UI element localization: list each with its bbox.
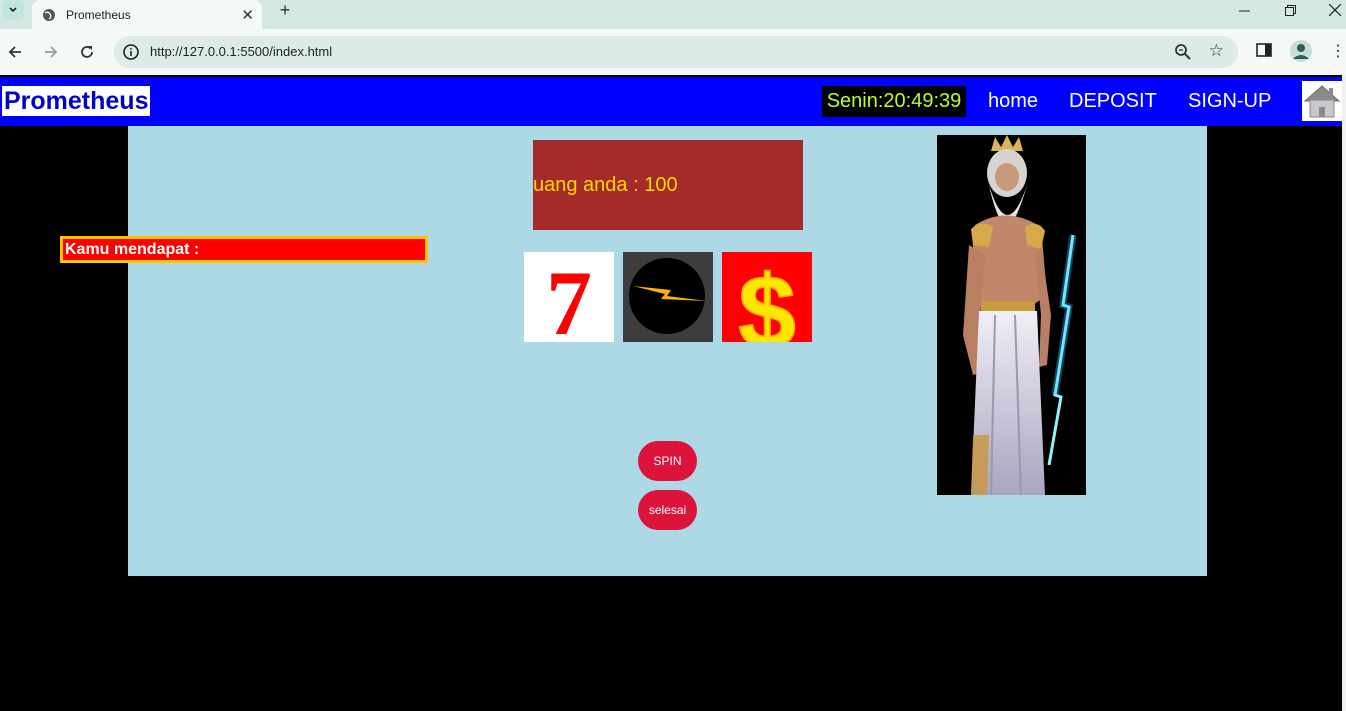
bookmark-star-icon[interactable]: ☆ <box>1209 41 1224 61</box>
clock-display: Senin:20:49:39 <box>822 86 966 117</box>
chevron-down-icon <box>9 7 17 13</box>
reel-dollar: $ <box>722 252 812 342</box>
site-brand[interactable]: Prometheus <box>2 86 151 116</box>
back-arrow-icon <box>8 46 21 58</box>
svg-text:7: 7 <box>546 252 592 342</box>
spin-button[interactable]: SPIN <box>638 441 697 481</box>
svg-text:$: $ <box>738 255 796 342</box>
tab-search-button[interactable] <box>2 0 24 20</box>
forward-button[interactable] <box>40 41 62 63</box>
lightning-symbol-icon <box>629 258 707 334</box>
reel-seven: 7 <box>524 252 614 342</box>
restore-icon <box>1284 4 1296 16</box>
reel-lightning <box>623 252 713 342</box>
browser-tab[interactable]: Prometheus ✕ <box>32 0 262 29</box>
person-icon <box>1293 44 1309 59</box>
address-bar[interactable]: http://127.0.0.1:5500/index.html ☆ <box>114 36 1238 68</box>
nav-link-deposit[interactable]: DEPOSIT <box>1069 89 1157 113</box>
money-display: uang anda : 100 <box>533 140 803 230</box>
result-label: Kamu mendapat : <box>60 236 428 263</box>
seven-symbol-icon: 7 <box>546 252 592 342</box>
tab-title: Prometheus <box>66 7 131 22</box>
zeus-image <box>937 135 1086 496</box>
page-scrollbar[interactable] <box>1342 75 1346 711</box>
minimize-icon <box>1238 10 1250 11</box>
web-page: Prometheus Senin:20:49:39 home DEPOSIT S… <box>0 75 1346 711</box>
zeus-figure-icon <box>963 135 1077 496</box>
minimize-button[interactable] <box>1221 0 1267 20</box>
nav-link-home[interactable]: home <box>988 89 1038 113</box>
url-text[interactable]: http://127.0.0.1:5500/index.html <box>150 44 332 59</box>
zoom-icon[interactable] <box>1174 43 1192 61</box>
reload-button[interactable] <box>76 41 98 63</box>
dollar-symbol-icon: $ <box>737 254 796 342</box>
profile-avatar-icon[interactable] <box>1290 40 1312 62</box>
site-navbar: Prometheus Senin:20:49:39 home DEPOSIT S… <box>0 77 1342 126</box>
close-tab-icon[interactable]: ✕ <box>241 6 254 24</box>
site-info-icon[interactable] <box>122 43 140 61</box>
finish-button[interactable]: selesai <box>638 490 697 530</box>
browser-toolbar: http://127.0.0.1:5500/index.html ☆ ⋮ <box>0 29 1346 75</box>
kebab-menu-icon[interactable]: ⋮ <box>1330 41 1346 61</box>
nav-link-signup[interactable]: SIGN-UP <box>1188 89 1271 113</box>
home-button[interactable] <box>1302 81 1342 121</box>
close-window-button[interactable] <box>1312 0 1346 20</box>
forward-arrow-icon <box>45 46 58 58</box>
back-button[interactable] <box>4 41 26 63</box>
close-icon <box>1329 4 1341 16</box>
house-icon <box>1303 85 1341 118</box>
side-panel-icon[interactable] <box>1256 42 1272 58</box>
reload-icon <box>81 46 93 58</box>
restore-button[interactable] <box>1267 0 1313 20</box>
globe-icon <box>43 8 55 21</box>
browser-tabstrip: Prometheus ✕ + <box>0 0 1346 29</box>
new-tab-button[interactable]: + <box>276 1 294 19</box>
